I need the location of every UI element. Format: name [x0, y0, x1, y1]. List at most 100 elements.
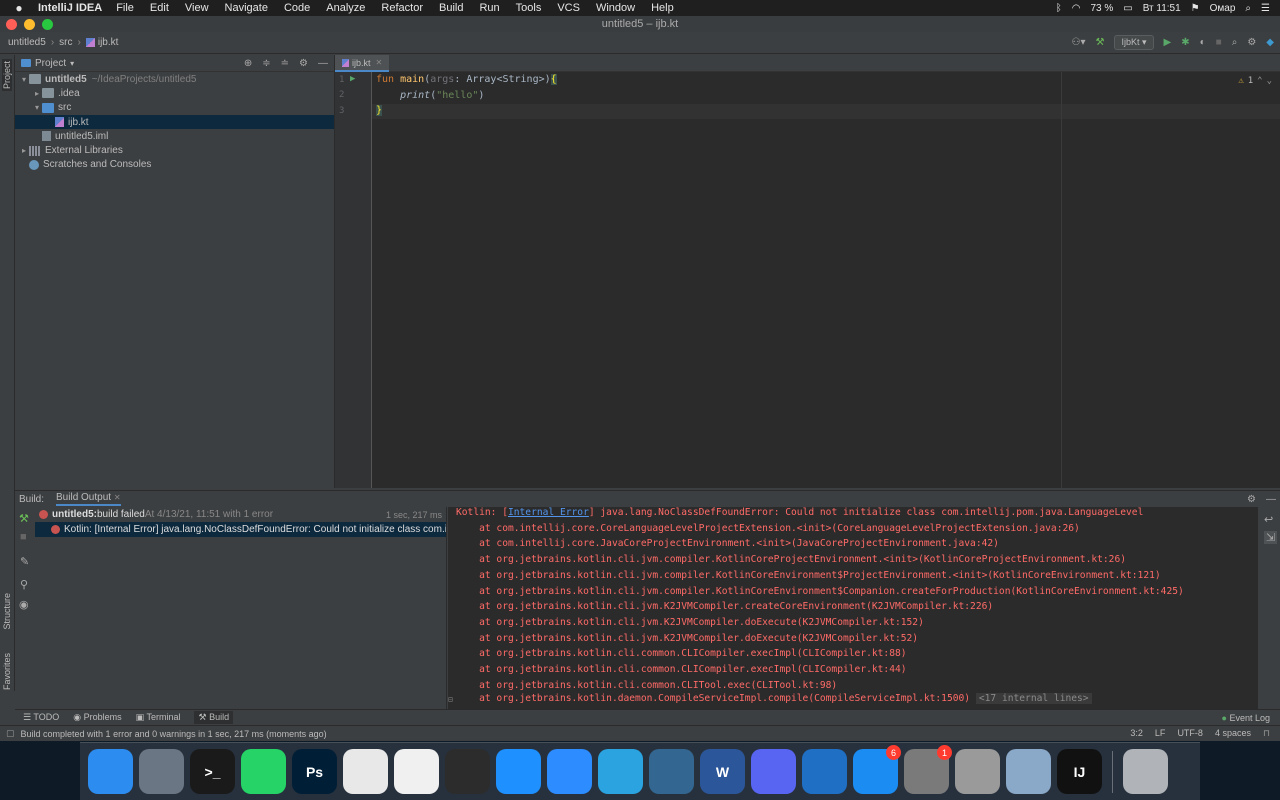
build-hammer-icon[interactable]: ⚒ [1096, 37, 1105, 48]
tree-item[interactable]: ▾ src [15, 101, 334, 115]
code-editor[interactable]: 1 2 3 ▶ fun main(args: Array<String>){ p… [335, 72, 1280, 488]
chevron-up-icon[interactable]: ⌃ [1257, 76, 1262, 86]
breadcrumb-file[interactable]: ijb.kt [98, 37, 119, 48]
dock-whatsapp-icon[interactable] [241, 749, 286, 794]
eye-icon[interactable]: ◉ [19, 598, 29, 611]
wifi-icon[interactable]: ◠ [1072, 3, 1081, 14]
menu-analyze[interactable]: Analyze [318, 2, 373, 14]
wrench-icon[interactable]: ✎ [20, 555, 29, 568]
hide-panel-icon[interactable]: — [318, 58, 328, 69]
tree-item[interactable]: ▸ .idea [15, 86, 334, 100]
run-gutter-icon[interactable]: ▶ [350, 74, 355, 84]
panel-settings-icon[interactable]: ⚙ [299, 58, 308, 69]
menu-code[interactable]: Code [276, 2, 318, 14]
toolbox-icon[interactable]: ◆ [1266, 37, 1274, 48]
editor-tab-ijb-kt[interactable]: ijb.kt ✕ [335, 55, 389, 72]
run-icon[interactable]: ▶ [1164, 37, 1172, 48]
build-error-row[interactable]: Kotlin: [Internal Error] java.lang.NoCla… [35, 522, 446, 537]
chevron-down-icon[interactable]: ▾ [19, 75, 29, 84]
battery-percent[interactable]: 73 % [1090, 3, 1113, 14]
menu-edit[interactable]: Edit [142, 2, 177, 14]
stop-icon[interactable]: ■ [1216, 37, 1222, 48]
tree-item[interactable]: ijb.kt [15, 114, 334, 130]
spotlight-icon[interactable]: ⌕ [1245, 3, 1251, 14]
coverage-icon[interactable]: ◐ [1200, 37, 1206, 48]
hide-panel-icon[interactable]: — [1266, 494, 1276, 505]
dock-telegram-icon[interactable] [598, 749, 643, 794]
caret-position[interactable]: 3:2 [1130, 728, 1143, 739]
dock-xcode-icon[interactable] [394, 749, 439, 794]
status-panel-icon[interactable]: ▢ [6, 728, 15, 739]
menu-refactor[interactable]: Refactor [373, 2, 431, 14]
dock-finder-icon[interactable] [88, 749, 133, 794]
run-configuration-select[interactable]: IjbKt ▾ [1114, 35, 1154, 50]
stop-icon[interactable]: ■ [20, 531, 27, 543]
menu-view[interactable]: View [177, 2, 217, 14]
menu-window[interactable]: Window [588, 2, 643, 14]
battery-icon[interactable]: ▭ [1123, 3, 1132, 14]
expand-all-icon[interactable]: ≑ [262, 58, 270, 69]
project-view-select[interactable]: Project [35, 58, 66, 69]
dock-safari-icon[interactable] [496, 749, 541, 794]
build-console[interactable]: Kotlin: [Internal Error] java.lang.NoCla… [448, 507, 1258, 709]
status-message[interactable]: Build completed with 1 error and 0 warni… [21, 729, 327, 739]
menu-file[interactable]: File [108, 2, 142, 14]
close-tab-icon[interactable]: ✕ [114, 493, 121, 502]
folded-lines[interactable]: <17 internal lines> [975, 693, 1092, 704]
rebuild-icon[interactable]: ⚒ [19, 512, 29, 525]
terminal-tab[interactable]: ▣ Terminal [136, 712, 181, 723]
event-log-tab[interactable]: ● Event Log [1222, 713, 1280, 723]
collapse-all-icon[interactable]: ≐ [281, 58, 289, 69]
todo-tab[interactable]: ☰ TODO [23, 712, 59, 723]
panel-settings-icon[interactable]: ⚙ [1247, 494, 1256, 505]
dock-word-icon[interactable]: W [700, 749, 745, 794]
menu-vcs[interactable]: VCS [549, 2, 588, 14]
dock-chrome-icon[interactable] [343, 749, 388, 794]
breadcrumb-src[interactable]: src [59, 37, 72, 48]
dock-vs-code-icon[interactable] [802, 749, 847, 794]
menu-navigate[interactable]: Navigate [217, 2, 276, 14]
dock-zoom-icon[interactable] [547, 749, 592, 794]
project-tool-tab[interactable]: Project [2, 59, 12, 92]
structure-tool-tab[interactable]: Structure [2, 593, 12, 630]
dock-database-icon[interactable] [955, 749, 1000, 794]
lock-icon[interactable]: ⊓ [1263, 728, 1270, 739]
tree-item[interactable]: ▾ untitled5 ~/IdeaProjects/untitled5 [15, 72, 334, 86]
close-tab-icon[interactable]: ✕ [376, 58, 383, 67]
chevron-down-icon[interactable]: ⌄ [1267, 76, 1272, 86]
fold-icon[interactable]: ⊟ [448, 695, 453, 704]
vcs-user-icon[interactable]: ⚇▾ [1072, 37, 1086, 48]
menu-run[interactable]: Run [471, 2, 507, 14]
apple-menu-icon[interactable]: ● [0, 1, 38, 15]
tree-item[interactable]: Scratches and Consoles [15, 158, 334, 172]
chevron-right-icon[interactable]: ▸ [32, 89, 42, 98]
dock-intellij-idea-icon[interactable]: IJ [1057, 749, 1102, 794]
tree-item[interactable]: ▸ External Libraries [15, 143, 334, 157]
soft-wrap-icon[interactable]: ↩ [1264, 513, 1273, 526]
search-icon[interactable]: ⌕ [1232, 37, 1238, 48]
inspection-widget[interactable]: ⚠ 1 ⌃ ⌄ [1238, 76, 1272, 86]
dock-photoshop-icon[interactable]: Ps [292, 749, 337, 794]
clock[interactable]: Вт 11:51 [1143, 3, 1181, 14]
control-center-icon[interactable]: ☰ [1261, 3, 1270, 14]
app-menu[interactable]: IntelliJ IDEA [38, 2, 108, 14]
menu-help[interactable]: Help [643, 2, 682, 14]
dock-app-store-icon[interactable]: 6 [853, 745, 901, 794]
breadcrumb-project[interactable]: untitled5 [8, 37, 46, 48]
build-root-row[interactable]: untitled5: build failed At 4/13/21, 11:5… [35, 507, 446, 522]
locate-file-icon[interactable]: ⊕ [244, 58, 252, 69]
flag-icon[interactable]: ⚑ [1191, 3, 1200, 14]
menu-build[interactable]: Build [431, 2, 471, 14]
internal-error-link[interactable]: Internal Error [508, 507, 589, 518]
problems-tab[interactable]: ◉ Problems [73, 712, 121, 723]
dock-launchpad-icon[interactable] [139, 749, 184, 794]
debug-icon[interactable]: ✱ [1181, 37, 1189, 48]
menu-tools[interactable]: Tools [508, 2, 550, 14]
dock-terminal-icon[interactable]: >_ [190, 749, 235, 794]
build-output-tab[interactable]: Build Output ✕ [56, 492, 121, 506]
bluetooth-icon[interactable]: ᛒ [1056, 3, 1062, 14]
build-tab[interactable]: ⚒ Build [194, 711, 234, 724]
settings-gear-icon[interactable]: ⚙ [1247, 37, 1256, 48]
chevron-down-icon[interactable]: ▾ [70, 59, 74, 68]
user-name[interactable]: Омар [1210, 3, 1236, 14]
